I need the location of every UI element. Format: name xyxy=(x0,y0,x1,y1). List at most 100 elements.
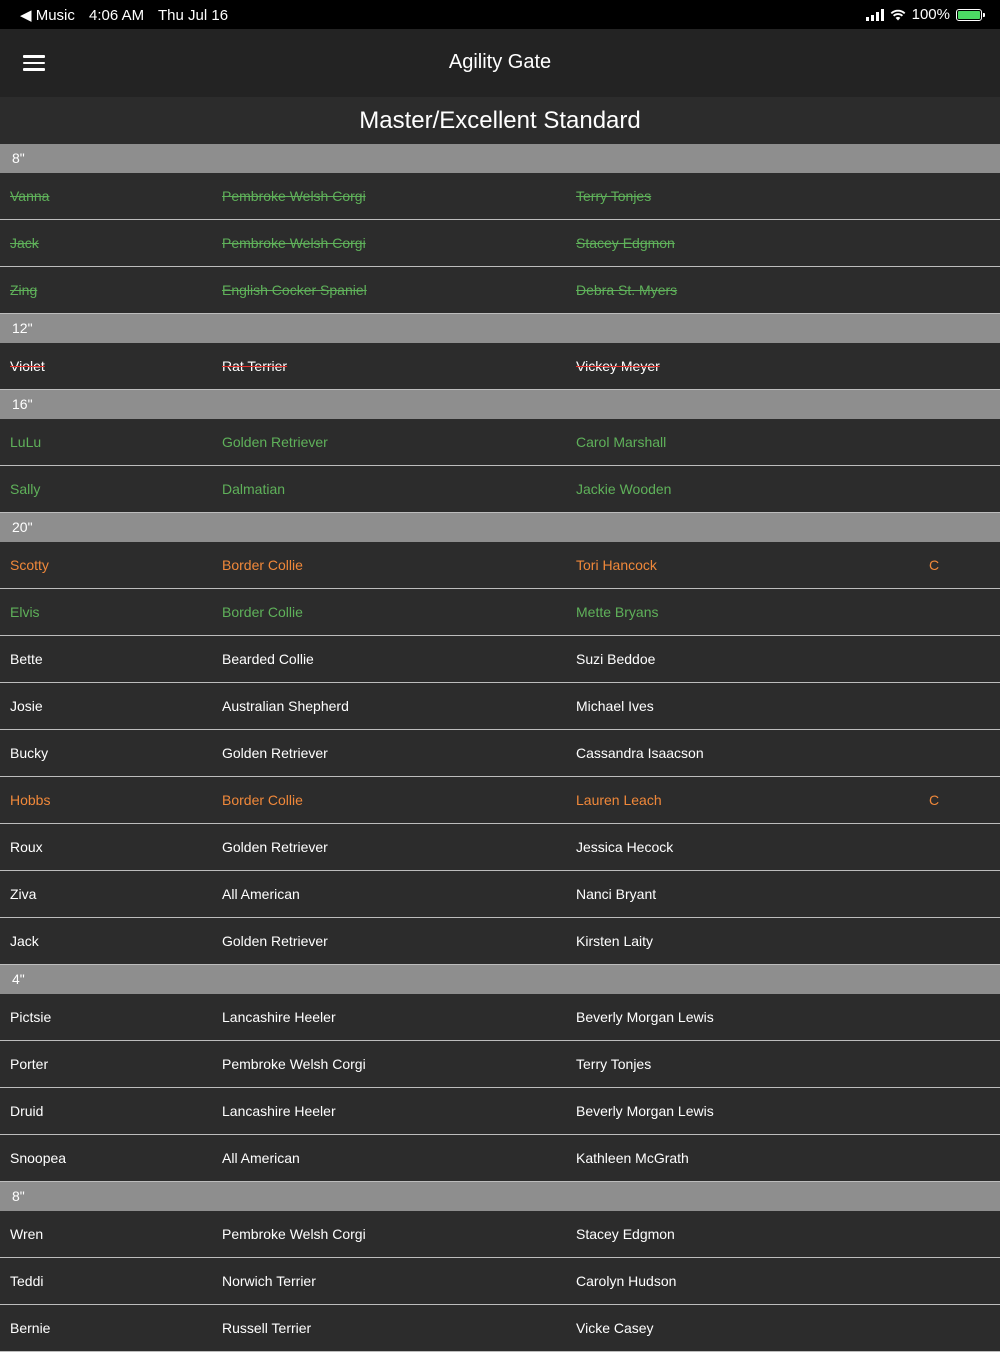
dog-breed: Rat Terrier xyxy=(222,358,288,374)
handler-name: Cassandra Isaacson xyxy=(576,745,704,761)
table-row[interactable]: LuLu Golden Retriever Carol Marshall xyxy=(0,419,1000,466)
battery-percent: 100% xyxy=(911,6,950,23)
wifi-icon xyxy=(890,9,905,20)
dog-breed: Bearded Collie xyxy=(222,651,314,667)
dog-name: Porter xyxy=(10,1056,49,1072)
handler-name: Debra St. Myers xyxy=(576,282,678,298)
dog-breed: Pembroke Welsh Corgi xyxy=(222,188,366,204)
table-row[interactable]: Porter Pembroke Welsh Corgi Terry Tonjes xyxy=(0,1041,1000,1088)
table-row[interactable]: Druid Lancashire Heeler Beverly Morgan Lew… xyxy=(0,1088,1000,1135)
dog-name: Bernie xyxy=(10,1320,51,1336)
dog-breed: Lancashire Heeler xyxy=(222,1103,336,1119)
section-header: 8" xyxy=(0,144,1000,173)
dog-name: Roux xyxy=(10,839,43,855)
handler-name: Stacey Edgmon xyxy=(576,1226,675,1242)
table-row[interactable]: Sally Dalmatian Jackie Wooden xyxy=(0,466,1000,513)
status-date: Thu Jul 16 xyxy=(158,7,229,24)
dog-name: LuLu xyxy=(10,434,42,450)
table-row[interactable]: Jack Golden Retriever Kirsten Laity xyxy=(0,918,1000,965)
dog-name: Wren xyxy=(10,1226,44,1242)
dog-name: Jack xyxy=(10,235,39,251)
handler-name: Michael Ives xyxy=(576,698,654,714)
dog-breed: English Cocker Spaniel xyxy=(222,282,367,298)
dog-name: Ziva xyxy=(10,886,37,902)
status-time: 4:06 AM xyxy=(89,7,145,24)
handler-name: Stacey Edgmon xyxy=(576,235,675,251)
status-left: ◀ Music 4:06 AM Thu Jul 16 xyxy=(20,6,238,24)
table-row[interactable]: Bette Bearded Collie Suzi Beddoe xyxy=(0,636,1000,683)
dog-name: Violet xyxy=(10,358,45,374)
status-bar: ◀ Music 4:06 AM Thu Jul 16 100% xyxy=(0,0,1000,29)
dog-name: Vanna xyxy=(10,188,50,204)
handler-name: Mette Bryans xyxy=(576,604,659,620)
table-row[interactable]: Teddi Norwich Terrier Carolyn Hudson xyxy=(0,1258,1000,1305)
dog-breed: Pembroke Welsh Corgi xyxy=(222,235,366,251)
table-row[interactable]: Bernie Russell Terrier Vicke Casey xyxy=(0,1305,1000,1352)
dog-name: Snoopea xyxy=(10,1150,67,1166)
dog-name: Zing xyxy=(10,282,38,298)
dog-breed: Dalmatian xyxy=(222,481,286,497)
handler-name: Beverly Morgan Lewis xyxy=(576,1009,714,1025)
status-right: 100% xyxy=(865,6,985,23)
dog-name: Druid xyxy=(10,1103,44,1119)
table-row[interactable]: Elvis Border Collie Mette Bryans xyxy=(0,589,1000,636)
handler-name: Nanci Bryant xyxy=(576,886,657,902)
nav-bar: Agility Gate xyxy=(0,29,1000,98)
table-row[interactable]: Ziva All American Nanci Bryant xyxy=(0,871,1000,918)
table-row[interactable]: Zing English Cocker Spaniel Debra St. Myer… xyxy=(0,267,1000,314)
dog-breed: Border Collie xyxy=(222,792,303,808)
handler-name: Tori Hancock xyxy=(576,557,657,573)
table-row[interactable]: Snoopea All American Kathleen McGrath xyxy=(0,1135,1000,1182)
dog-breed: Golden Retriever xyxy=(222,839,328,855)
cellular-signal-icon xyxy=(865,8,884,21)
handler-name: Vicke Casey xyxy=(576,1320,654,1336)
table-row[interactable]: Roux Golden Retriever Jessica Hecock xyxy=(0,824,1000,871)
entry-list: 8" Vanna Pembroke Welsh Corgi Terry Tonjes J… xyxy=(0,144,1000,1352)
dog-breed: Australian Shepherd xyxy=(222,698,349,714)
handler-name: Kirsten Laity xyxy=(576,933,654,949)
table-row[interactable]: Hobbs Border Collie Lauren Leach C xyxy=(0,777,1000,824)
handler-name: Jackie Wooden xyxy=(576,481,672,497)
table-row[interactable]: Scotty Border Collie Tori Hancock C xyxy=(0,542,1000,589)
handler-name: Suzi Beddoe xyxy=(576,651,656,667)
dog-breed: Pembroke Welsh Corgi xyxy=(222,1056,366,1072)
dog-name: Pictsie xyxy=(10,1009,52,1025)
status-flag: C xyxy=(929,557,940,573)
section-header: 12" xyxy=(0,314,1000,343)
table-row[interactable]: Pictsie Lancashire Heeler Beverly Morgan L… xyxy=(0,994,1000,1041)
dog-name: Hobbs xyxy=(10,792,51,808)
dog-breed: Golden Retriever xyxy=(222,434,328,450)
dog-name: Sally xyxy=(10,481,41,497)
handler-name: Terry Tonjes xyxy=(576,188,652,204)
dog-breed: Golden Retriever xyxy=(222,933,328,949)
table-row[interactable]: Violet Rat Terrier Vickey Meyer xyxy=(0,343,1000,390)
handler-name: Carolyn Hudson xyxy=(576,1273,677,1289)
dog-name: Bette xyxy=(10,651,43,667)
handler-name: Jessica Hecock xyxy=(576,839,674,855)
battery-charging-icon xyxy=(956,8,985,21)
dog-breed: Norwich Terrier xyxy=(222,1273,316,1289)
dog-name: Scotty xyxy=(10,557,49,573)
dog-name: Bucky xyxy=(10,745,49,761)
handler-name: Lauren Leach xyxy=(576,792,662,808)
section-header: 8" xyxy=(0,1182,1000,1211)
dog-breed: Golden Retriever xyxy=(222,745,328,761)
back-to-app-link[interactable]: ◀ Music xyxy=(20,7,75,24)
status-flag: C xyxy=(929,792,940,808)
handler-name: Vickey Meyer xyxy=(576,358,660,374)
table-row[interactable]: Bucky Golden Retriever Cassandra Isaacson xyxy=(0,730,1000,777)
table-row[interactable]: Josie Australian Shepherd Michael Ives xyxy=(0,683,1000,730)
dog-name: Elvis xyxy=(10,604,40,620)
app-title: Agility Gate xyxy=(448,51,552,73)
table-row[interactable]: Wren Pembroke Welsh Corgi Stacey Edgmon xyxy=(0,1211,1000,1258)
dog-breed: Border Collie xyxy=(222,557,303,573)
dog-breed: Lancashire Heeler xyxy=(222,1009,336,1025)
dog-name: Josie xyxy=(10,698,43,714)
table-row[interactable]: Vanna Pembroke Welsh Corgi Terry Tonjes xyxy=(0,173,1000,220)
dog-breed: Pembroke Welsh Corgi xyxy=(222,1226,366,1242)
handler-name: Beverly Morgan Lewis xyxy=(576,1103,714,1119)
handler-name: Kathleen McGrath xyxy=(576,1150,689,1166)
dog-breed: Border Collie xyxy=(222,604,303,620)
table-row[interactable]: Jack Pembroke Welsh Corgi Stacey Edgmon xyxy=(0,220,1000,267)
dog-breed: All American xyxy=(222,886,300,902)
